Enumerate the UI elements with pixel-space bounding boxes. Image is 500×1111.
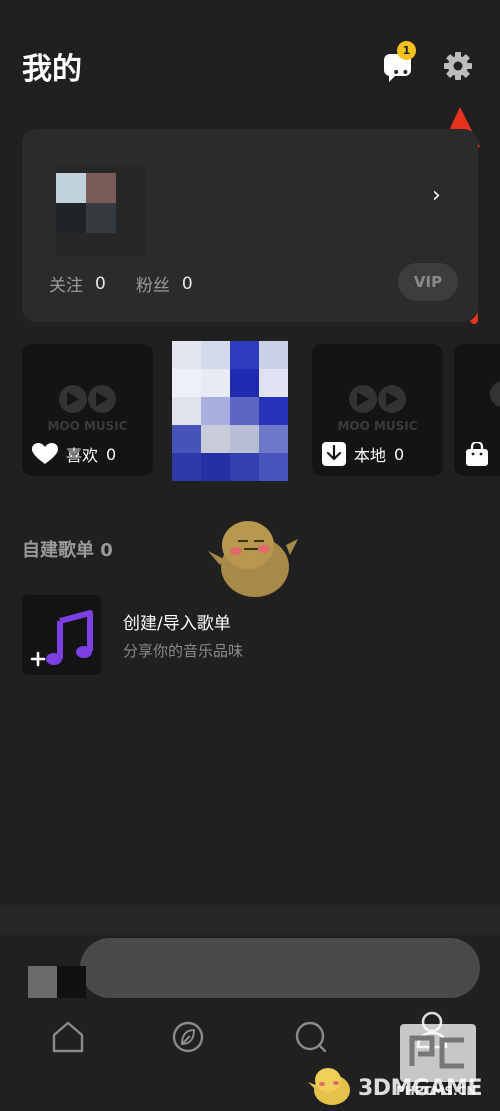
- download-icon: [322, 442, 346, 466]
- tile-liked-label: 喜欢 0: [32, 442, 116, 466]
- vip-button[interactable]: VIP: [398, 263, 458, 301]
- discover-icon: [172, 1021, 204, 1053]
- avatar: [56, 165, 146, 257]
- heart-icon: [32, 443, 58, 464]
- tile-liked[interactable]: MOO MUSIC 喜欢 0: [22, 344, 153, 476]
- tile-logo-text: MOO MUSIC: [337, 419, 418, 433]
- create-playlist-row[interactable]: 创建/导入歌单 分享你的音乐品味: [22, 595, 478, 677]
- profile-stats: 关注 0 粉丝 0: [49, 271, 223, 297]
- follow-count: 0: [95, 273, 106, 294]
- tile-local[interactable]: MOO MUSIC 本地 0: [312, 344, 443, 476]
- 3dmgame-watermark-text: 3DMGAME: [358, 1076, 482, 1101]
- mascot-watermark-icon: [208, 521, 298, 597]
- gear-icon: [444, 52, 472, 80]
- moo-logo-icon: [59, 385, 116, 413]
- mini-player[interactable]: [0, 938, 480, 998]
- mini-player-cover: [28, 966, 86, 998]
- 3dmgame-watermark: 3DMGAME: [306, 1064, 496, 1108]
- tab-discover[interactable]: [170, 1019, 206, 1055]
- tab-search[interactable]: [293, 1019, 329, 1055]
- create-playlist-subtitle: 分享你的音乐品味: [123, 642, 244, 660]
- create-playlist-thumb: [22, 595, 101, 675]
- follow-stat[interactable]: 关注 0: [49, 271, 106, 297]
- 3dmgame-mascot-icon: [308, 1068, 350, 1105]
- message-badge: 1: [397, 41, 416, 60]
- tile-purchased[interactable]: [454, 344, 500, 476]
- fans-count: 0: [181, 273, 193, 294]
- add-music-icon: [30, 610, 93, 667]
- library-tiles: MOO MUSIC 喜欢 0 MOO MUSIC 本地 0: [0, 341, 500, 484]
- fans-stat[interactable]: 粉丝 0: [135, 271, 193, 297]
- bag-icon: [466, 442, 488, 466]
- tile-local-label: 本地 0: [322, 442, 404, 466]
- moo-logo-icon: [349, 385, 406, 413]
- header: 我的 ••• 1: [0, 0, 500, 120]
- section-title-playlists: 自建歌单 0: [22, 540, 113, 561]
- search-icon: [295, 1021, 327, 1053]
- page-title: 我的: [22, 52, 82, 87]
- tile-logo-text: MOO MUSIC: [47, 419, 128, 433]
- blur-mosaic: [0, 905, 500, 935]
- settings-button[interactable]: [442, 50, 474, 82]
- create-playlist-title: 创建/导入歌单: [123, 614, 231, 634]
- fans-label: 粉丝: [135, 276, 170, 296]
- moo-logo-icon: [490, 381, 500, 407]
- tab-home[interactable]: [50, 1019, 86, 1055]
- mini-player-bar: [80, 938, 480, 998]
- home-icon: [52, 1021, 84, 1053]
- recent-playlist-cover[interactable]: [172, 341, 288, 481]
- follow-label: 关注: [49, 276, 83, 296]
- profile-card[interactable]: › 关注 0 粉丝 0 VIP: [22, 129, 478, 322]
- messages-button[interactable]: ••• 1: [381, 41, 419, 82]
- profile-chevron-icon: ›: [432, 183, 441, 208]
